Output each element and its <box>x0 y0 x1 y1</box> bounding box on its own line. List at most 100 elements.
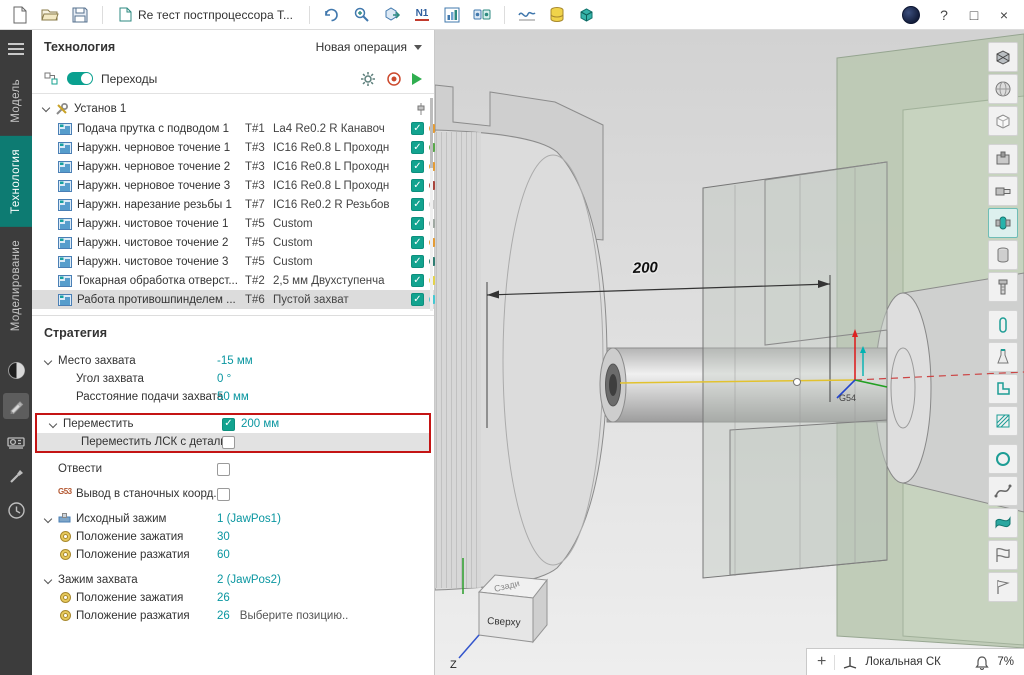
operation-checkbox[interactable]: ✓ <box>411 122 424 135</box>
param-row[interactable]: Положение разжатия26Выберите позицию.. <box>32 607 434 625</box>
tooling-button[interactable] <box>3 463 29 489</box>
new-operation-button[interactable]: Новая операция <box>316 40 422 54</box>
param-value[interactable]: 50 мм <box>217 391 249 403</box>
param-value[interactable]: 26 <box>217 592 230 604</box>
surface-flag-button[interactable] <box>988 508 1018 538</box>
menu-icon[interactable] <box>8 40 24 58</box>
document-tab[interactable]: Re тест постпроцессора Т... <box>111 3 301 27</box>
wire-cube-button[interactable] <box>988 106 1018 136</box>
expand-chevron-icon[interactable] <box>49 421 57 429</box>
bolt-part-button[interactable] <box>988 272 1018 302</box>
part-clamp-button[interactable] <box>988 208 1018 238</box>
param-value[interactable]: 30 <box>217 531 230 543</box>
new-document-button[interactable] <box>6 3 34 27</box>
operation-row[interactable]: Работа противошпинделем ...T#6Пустой зах… <box>32 290 434 309</box>
cylinder-part-button[interactable] <box>988 240 1018 270</box>
run-simulation-button[interactable] <box>412 73 422 85</box>
ring-button[interactable] <box>988 444 1018 474</box>
history-button[interactable] <box>3 498 29 524</box>
param-checkbox[interactable] <box>217 463 230 476</box>
param-row[interactable]: Положение зажатия30 <box>32 528 434 546</box>
hatch-region-button[interactable] <box>988 406 1018 436</box>
param-row[interactable]: Место захвата-15 мм <box>32 352 434 370</box>
operation-row[interactable]: Подача прутка с подводом 1T#1La4 Re0.2 R… <box>32 119 434 138</box>
bracket-part-button[interactable] <box>988 374 1018 404</box>
database-button[interactable] <box>543 3 571 27</box>
regenerate-button[interactable] <box>318 3 346 27</box>
csys-selector[interactable]: Локальная СК <box>865 656 967 668</box>
maximize-button[interactable]: □ <box>960 3 988 27</box>
operation-checkbox[interactable]: ✓ <box>411 217 424 230</box>
param-value[interactable]: 26 <box>217 610 230 622</box>
measure-button[interactable] <box>513 3 541 27</box>
param-value[interactable]: 0 ° <box>217 373 231 385</box>
expand-chevron[interactable] <box>42 105 50 113</box>
param-row[interactable]: Отвести <box>32 460 434 478</box>
operation-checkbox[interactable]: ✓ <box>411 236 424 249</box>
flag-outline-2-button[interactable] <box>988 572 1018 602</box>
rail-tab-active[interactable]: Технология <box>0 136 32 227</box>
param-checkbox[interactable] <box>222 436 235 449</box>
tube-part-button[interactable] <box>988 310 1018 340</box>
expand-chevron-icon[interactable] <box>44 577 52 585</box>
machine-button[interactable] <box>3 428 29 454</box>
zoom-level[interactable]: 7% <box>997 656 1014 668</box>
param-row[interactable]: Переместить ЛСК с деталью <box>37 433 429 451</box>
render-mode-button[interactable] <box>3 358 29 384</box>
setup-node[interactable]: Установ 1 <box>32 99 434 119</box>
param-row[interactable]: Переместить✓200 мм <box>37 415 429 433</box>
snap-point[interactable] <box>794 379 801 386</box>
param-row[interactable]: Исходный зажим1 (JawPos1) <box>32 510 434 528</box>
operation-checkbox[interactable]: ✓ <box>411 198 424 211</box>
operation-checkbox[interactable]: ✓ <box>411 141 424 154</box>
open-button[interactable] <box>36 3 64 27</box>
param-row[interactable]: Зажим захвата2 (JawPos2) <box>32 571 434 589</box>
flask-part-button[interactable] <box>988 342 1018 372</box>
param-checkbox[interactable]: ✓ <box>222 418 235 431</box>
param-value[interactable]: 60 <box>217 549 230 561</box>
expand-chevron-icon[interactable] <box>44 516 52 524</box>
rail-tab-inactive[interactable]: Модель <box>0 66 32 136</box>
bell-icon[interactable] <box>975 655 989 670</box>
param-value[interactable]: 2 (JawPos2) <box>217 574 281 586</box>
section-cube-button[interactable] <box>988 42 1018 72</box>
param-row[interactable]: Положение разжатия60 <box>32 546 434 564</box>
tree-scrollbar[interactable] <box>430 98 433 311</box>
statistics-button[interactable] <box>438 3 466 27</box>
user-avatar[interactable] <box>902 6 920 24</box>
operation-row[interactable]: Наружн. черновое точение 3T#3IC16 Re0.8 … <box>32 176 434 195</box>
operation-row[interactable]: Токарная обработка отверст...T#22,5 мм Д… <box>32 271 434 290</box>
spline-button[interactable] <box>988 476 1018 506</box>
gear-icon[interactable] <box>360 71 376 87</box>
help-button[interactable]: ? <box>930 3 958 27</box>
pin-slider-icon[interactable] <box>415 102 427 119</box>
param-value[interactable]: 200 мм <box>241 418 279 430</box>
param-value[interactable]: 1 (JawPos1) <box>217 513 281 525</box>
param-row[interactable]: Угол захвата0 ° <box>32 370 434 388</box>
operation-checkbox[interactable]: ✓ <box>411 255 424 268</box>
operation-row[interactable]: Наружн. чистовое точение 3T#5Custom✓ <box>32 252 434 271</box>
postprocess-button[interactable] <box>378 3 406 27</box>
param-row[interactable]: Положение зажатия26 <box>32 589 434 607</box>
operation-row[interactable]: Наружн. чистовое точение 2T#5Custom✓ <box>32 233 434 252</box>
operation-row[interactable]: Наружн. нарезание резьбы 1T#7IC16 Re0.2 … <box>32 195 434 214</box>
sketch-button[interactable] <box>3 393 29 419</box>
operation-row[interactable]: Наружн. чистовое точение 1T#5Custom✓ <box>32 214 434 233</box>
solid-model-button[interactable] <box>573 3 601 27</box>
viewport-3d[interactable]: 200 G54 Сзади Сверху Z <box>435 30 1024 675</box>
nc-code-button[interactable]: N1 <box>408 3 436 27</box>
operation-row[interactable]: Наружн. черновое точение 1T#3IC16 Re0.8 … <box>32 138 434 157</box>
close-button[interactable]: × <box>990 3 1018 27</box>
save-button[interactable] <box>66 3 94 27</box>
transitions-toggle[interactable] <box>67 72 93 85</box>
param-row[interactable]: Расстояние подачи захвата50 мм <box>32 388 434 406</box>
operation-checkbox[interactable]: ✓ <box>411 293 424 306</box>
expand-chevron-icon[interactable] <box>44 358 52 366</box>
operation-checkbox[interactable]: ✓ <box>411 160 424 173</box>
operation-checkbox[interactable]: ✓ <box>411 179 424 192</box>
param-value[interactable]: -15 мм <box>217 355 253 367</box>
param-checkbox[interactable] <box>217 488 230 501</box>
rail-tab-inactive[interactable]: Моделирование <box>0 227 32 344</box>
simulation-button[interactable] <box>468 3 496 27</box>
chuck-part-button[interactable] <box>988 176 1018 206</box>
